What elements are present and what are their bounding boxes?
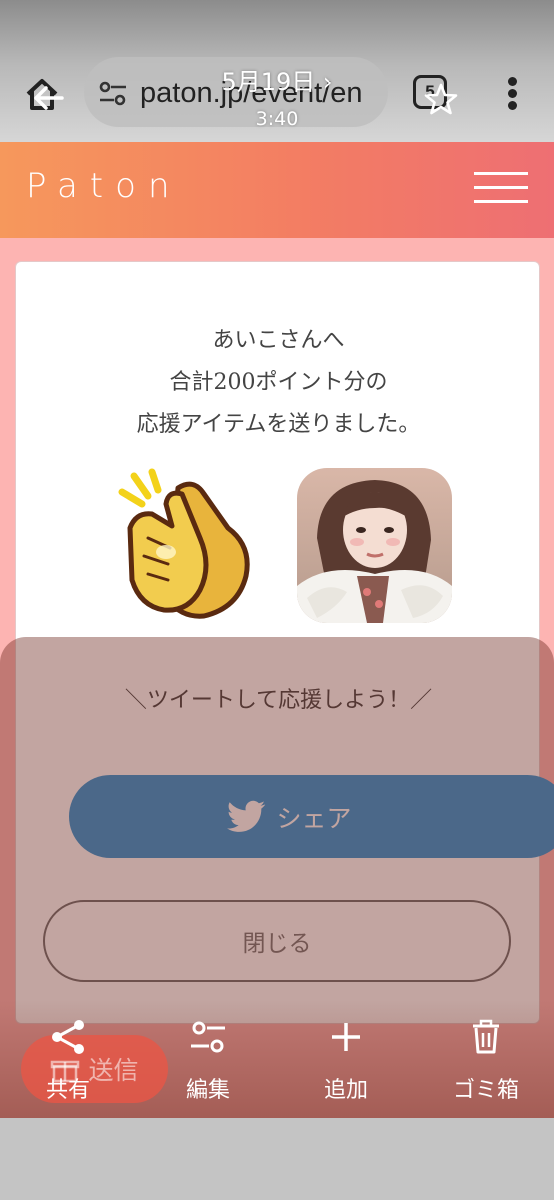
add-action[interactable]: 追加: [291, 1018, 401, 1108]
edit-action-label: 編集: [185, 1078, 230, 1103]
tune-icon: [191, 1021, 225, 1053]
trash-action-label: ゴミ箱: [452, 1078, 519, 1103]
twitter-bird-icon: [227, 800, 266, 832]
system-navigation-bar: [0, 1118, 554, 1200]
tweet-call-to-action: ＼ツイートして応援しよう！／: [124, 688, 433, 713]
edit-action[interactable]: 編集: [153, 1018, 263, 1108]
trash-icon: [473, 1019, 499, 1054]
recipient-photo: [297, 468, 452, 623]
twitter-share-button[interactable]: シェア: [69, 775, 554, 858]
share-action-label: 共有: [45, 1078, 90, 1103]
message-sent: 応援アイテムを送りました。: [136, 412, 421, 437]
overflow-menu-button[interactable]: [500, 74, 524, 118]
share-button-label: シェア: [276, 803, 352, 833]
site-logo[interactable]: Paton: [26, 166, 182, 206]
message-points: 合計200ポイント分の: [169, 370, 388, 395]
site-settings-icon[interactable]: [98, 81, 128, 107]
dialog-message: あいこさんへ 合計200ポイント分の 応援アイテムを送りました。: [16, 320, 541, 446]
hamburger-menu-icon[interactable]: [474, 172, 528, 208]
clapping-hands-icon: [118, 468, 250, 619]
back-arrow-icon[interactable]: [30, 80, 66, 116]
browser-toolbar: paton.jp/event/en 5 5月19日 › 3:40: [0, 0, 554, 142]
share-action[interactable]: 共有: [13, 1018, 123, 1108]
bookmark-star-icon[interactable]: [424, 82, 458, 116]
site-header: Paton: [0, 142, 554, 238]
add-action-label: 追加: [323, 1078, 368, 1103]
recipient-avatar[interactable]: [297, 468, 452, 623]
plus-icon: [332, 1023, 360, 1051]
trash-action[interactable]: ゴミ箱: [431, 1018, 541, 1108]
share-icon: [52, 1020, 84, 1054]
message-recipient: あいこさんへ: [212, 328, 345, 353]
address-bar[interactable]: paton.jp/event/en: [84, 57, 388, 127]
url-text: paton.jp/event/en: [140, 77, 363, 109]
close-button[interactable]: 閉じる: [43, 900, 511, 982]
